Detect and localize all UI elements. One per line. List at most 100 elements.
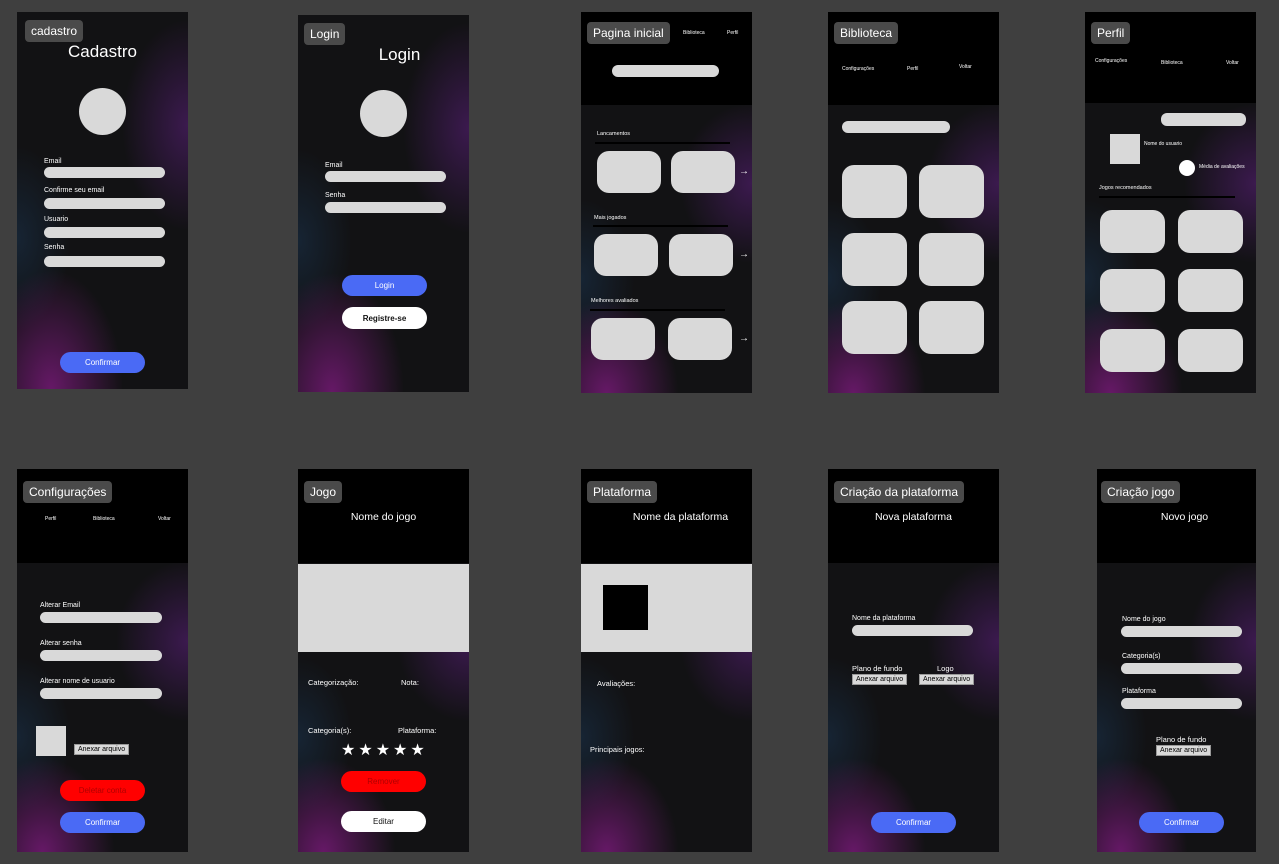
username-field[interactable] <box>44 227 165 238</box>
frame-profile: Perfil Configurações Biblioteca Voltar N… <box>1085 12 1256 393</box>
logo-label: Logo <box>937 664 954 673</box>
nav-profile[interactable]: Perfil <box>45 516 56 522</box>
nav-library[interactable]: Biblioteca <box>1161 60 1183 66</box>
confirm-email-field[interactable] <box>44 198 165 209</box>
arrow-right-icon[interactable]: → <box>739 333 749 344</box>
frame-tag: Perfil <box>1091 22 1131 44</box>
platform-logo <box>603 585 648 630</box>
game-card[interactable] <box>919 165 984 218</box>
remove-button[interactable]: Remover <box>341 771 426 792</box>
frame-tag: Jogo <box>304 481 343 503</box>
frame-login: Login Login Email Senha Login Registre-s… <box>298 15 469 392</box>
rating-stars[interactable]: ★★★★★ <box>341 740 428 760</box>
edit-button[interactable]: Editar <box>341 811 426 832</box>
game-banner <box>298 564 469 652</box>
nav-profile[interactable]: Perfil <box>727 30 738 36</box>
game-card[interactable] <box>842 301 907 354</box>
platform-label: Plataforma <box>1122 688 1156 695</box>
game-card[interactable] <box>1178 269 1243 312</box>
attach-background-button[interactable]: Anexar arquivo <box>852 674 908 685</box>
email-field[interactable] <box>325 171 446 182</box>
main-games-label: Principais jogos: <box>590 745 645 754</box>
page-title: Nome do jogo <box>350 511 417 523</box>
rating-avatar <box>1179 160 1195 176</box>
frame-tag: cadastro <box>25 20 84 42</box>
ratings-label: Avaliações: <box>597 679 636 688</box>
rating-average-label: Média de avaliações <box>1199 164 1245 170</box>
confirm-button[interactable]: Confirmar <box>871 812 956 833</box>
email-label: Email <box>325 162 343 169</box>
game-name-field[interactable] <box>1121 626 1242 637</box>
nav-library[interactable]: Biblioteca <box>93 516 115 522</box>
game-card[interactable] <box>669 234 733 276</box>
game-card[interactable] <box>1178 210 1243 253</box>
frame-game: Jogo Nome do jogo Categorização: Nota: C… <box>298 469 469 852</box>
platform-name-field[interactable] <box>852 625 973 636</box>
game-card[interactable] <box>842 233 907 286</box>
game-card[interactable] <box>919 301 984 354</box>
nav-profile[interactable]: Perfil <box>907 66 918 72</box>
confirm-button[interactable]: Confirmar <box>60 812 145 833</box>
game-card[interactable] <box>668 318 732 360</box>
arrow-right-icon[interactable]: → <box>739 166 749 177</box>
search-input[interactable] <box>842 121 950 133</box>
frame-tag: Criação jogo <box>1101 481 1181 503</box>
platform-field[interactable] <box>1121 698 1242 709</box>
confirm-button[interactable]: Confirmar <box>1139 812 1224 833</box>
attach-logo-button[interactable]: Anexar arquivo <box>919 674 975 685</box>
password-label: Senha <box>325 192 346 199</box>
attach-background-button[interactable]: Anexar arquivo <box>1156 745 1212 756</box>
game-card[interactable] <box>919 233 984 286</box>
change-email-field[interactable] <box>40 612 162 623</box>
frame-tag: Pagina inicial <box>587 22 670 44</box>
login-button[interactable]: Login <box>342 275 427 296</box>
change-email-label: Alterar Email <box>40 602 81 609</box>
username-label: Usuario <box>44 216 69 223</box>
game-card[interactable] <box>594 234 658 276</box>
arrow-right-icon[interactable]: → <box>739 249 749 260</box>
nav-settings[interactable]: Configurações <box>842 66 874 72</box>
game-card[interactable] <box>591 318 655 360</box>
nav-back[interactable]: Voltar <box>1226 60 1239 66</box>
profile-picture[interactable] <box>1110 134 1140 164</box>
change-password-field[interactable] <box>40 650 162 661</box>
change-username-label: Alterar nome de usuario <box>40 678 115 685</box>
divider <box>590 309 725 311</box>
page-title: Nova plataforma <box>874 511 953 523</box>
avatar[interactable] <box>79 88 126 135</box>
divider <box>1099 196 1235 198</box>
nav-library[interactable]: Biblioteca <box>683 30 705 36</box>
divider <box>593 225 728 227</box>
game-card[interactable] <box>1100 210 1165 253</box>
game-card[interactable] <box>1178 329 1243 372</box>
frame-tag: Login <box>304 23 346 45</box>
change-username-field[interactable] <box>40 688 162 699</box>
game-card[interactable] <box>597 151 661 193</box>
search-input[interactable] <box>612 65 719 77</box>
frame-settings: Configurações Perfil Biblioteca Voltar A… <box>17 469 188 852</box>
email-field[interactable] <box>44 167 165 178</box>
frame-create-platform: Criação da plataforma Nova plataforma No… <box>828 469 999 852</box>
password-field[interactable] <box>44 256 165 267</box>
frame-platform: Plataforma Nome da plataforma Avaliações… <box>581 469 752 852</box>
game-card[interactable] <box>1100 269 1165 312</box>
confirm-button[interactable]: Confirmar <box>60 352 145 373</box>
game-card[interactable] <box>1100 329 1165 372</box>
avatar[interactable] <box>360 90 407 137</box>
background-label: Plano de fundo <box>1156 735 1207 744</box>
password-field[interactable] <box>325 202 446 213</box>
delete-account-button[interactable]: Deletar conta <box>60 780 145 801</box>
register-button[interactable]: Registre-se <box>342 307 427 329</box>
frame-tag: Criação da plataforma <box>834 481 965 503</box>
attach-file-button[interactable]: Anexar arquivo <box>74 744 130 755</box>
nav-back[interactable]: Voltar <box>158 516 171 522</box>
game-card[interactable] <box>671 151 735 193</box>
profile-picture[interactable] <box>36 726 66 756</box>
categories-field[interactable] <box>1121 663 1242 674</box>
search-input[interactable] <box>1161 113 1246 126</box>
nav-settings[interactable]: Configurações <box>1095 58 1127 64</box>
recommended-label: Jogos recomendados <box>1099 185 1152 191</box>
game-card[interactable] <box>842 165 907 218</box>
nav-back[interactable]: Voltar <box>959 64 972 70</box>
frame-create-game: Criação jogo Novo jogo Nome do jogo Cate… <box>1097 469 1256 852</box>
